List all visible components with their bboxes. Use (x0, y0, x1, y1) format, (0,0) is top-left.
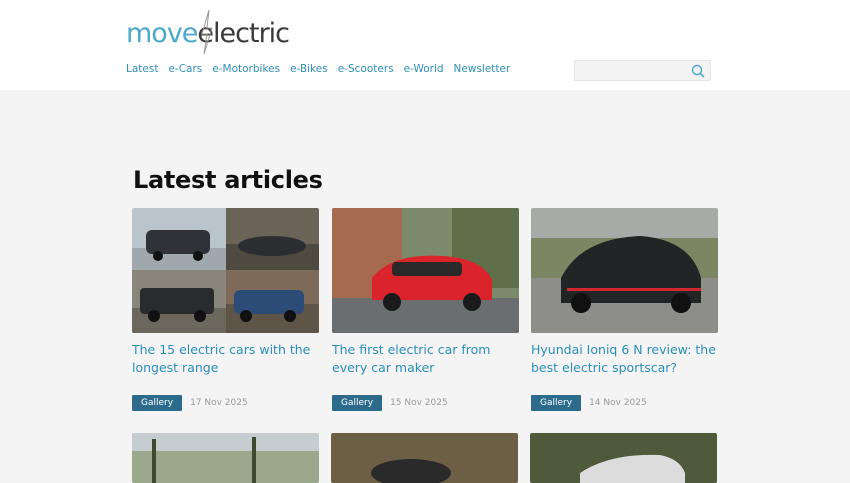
gallery-badge[interactable]: Gallery (531, 395, 582, 411)
search-box (574, 60, 711, 83)
main-nav: Latest e-Cars e-Motorbikes e-Bikes e-Sco… (126, 63, 510, 75)
gallery-badge[interactable]: Gallery (332, 395, 383, 411)
nav-e-scooters[interactable]: e-Scooters (338, 63, 394, 75)
article-title[interactable]: The first electric car from every car ma… (332, 341, 519, 389)
article-meta: Gallery 17 Nov 2025 (132, 395, 319, 411)
nav-e-bikes[interactable]: e-Bikes (290, 63, 328, 75)
article-thumbnail-collage[interactable] (132, 208, 319, 333)
site-header: move electric Latest e-Cars e-Motorbikes… (0, 0, 850, 90)
article-thumbnail-next[interactable] (331, 433, 518, 483)
article-meta: Gallery 14 Nov 2025 (531, 395, 718, 411)
lightning-bolt-icon (201, 10, 213, 54)
article-thumbnail[interactable] (531, 208, 718, 333)
search-icon[interactable] (691, 64, 705, 78)
nav-e-cars[interactable]: e-Cars (168, 63, 202, 75)
gallery-badge[interactable]: Gallery (132, 395, 183, 411)
article-card[interactable]: Hyundai Ioniq 6 N review: the best elect… (531, 208, 718, 411)
section-title: Latest articles (133, 166, 323, 194)
article-thumbnail-next[interactable] (132, 433, 319, 483)
article-date: 17 Nov 2025 (190, 398, 248, 408)
nav-e-motorbikes[interactable]: e-Motorbikes (212, 63, 280, 75)
article-card[interactable]: The 15 electric cars with the longest ra… (132, 208, 319, 411)
search-input[interactable] (575, 64, 685, 83)
article-date: 14 Nov 2025 (589, 398, 647, 408)
nav-latest[interactable]: Latest (126, 63, 158, 75)
article-title[interactable]: Hyundai Ioniq 6 N review: the best elect… (531, 341, 718, 389)
article-meta: Gallery 15 Nov 2025 (332, 395, 519, 411)
logo-move-text: move (126, 18, 198, 49)
nav-newsletter[interactable]: Newsletter (454, 63, 511, 75)
article-thumbnail-next[interactable] (530, 433, 717, 483)
article-date: 15 Nov 2025 (390, 398, 448, 408)
article-thumbnail[interactable] (332, 208, 519, 333)
article-card[interactable]: The first electric car from every car ma… (332, 208, 519, 411)
article-title[interactable]: The 15 electric cars with the longest ra… (132, 341, 319, 389)
nav-e-world[interactable]: e-World (404, 63, 444, 75)
site-logo[interactable]: move electric (126, 10, 290, 54)
